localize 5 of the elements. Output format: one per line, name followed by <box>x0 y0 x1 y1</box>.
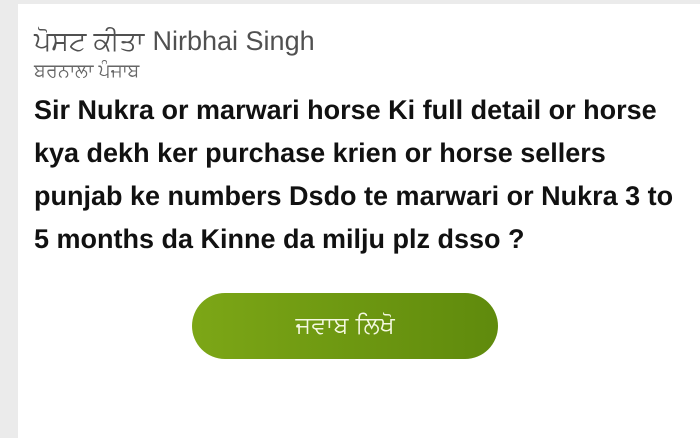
write-answer-button[interactable]: ਜਵਾਬ ਲਿਖੋ <box>192 293 498 359</box>
posted-by-label: ਪੋਸਟ ਕੀਤਾ <box>34 26 145 57</box>
question-text: Sir Nukra or marwari horse Ki full detail or horse kya dekh ker purchase krien or horse sellers punjab ke numbers Dsdo te marwari or Nukra 3 to 5 months da Kinne da milju plz dsso ? <box>34 94 674 256</box>
location-text: ਬਰਨਾਲਾ ਪੰਜਾਬ <box>34 61 141 83</box>
author-name: Nirbhai Singh <box>152 26 315 57</box>
